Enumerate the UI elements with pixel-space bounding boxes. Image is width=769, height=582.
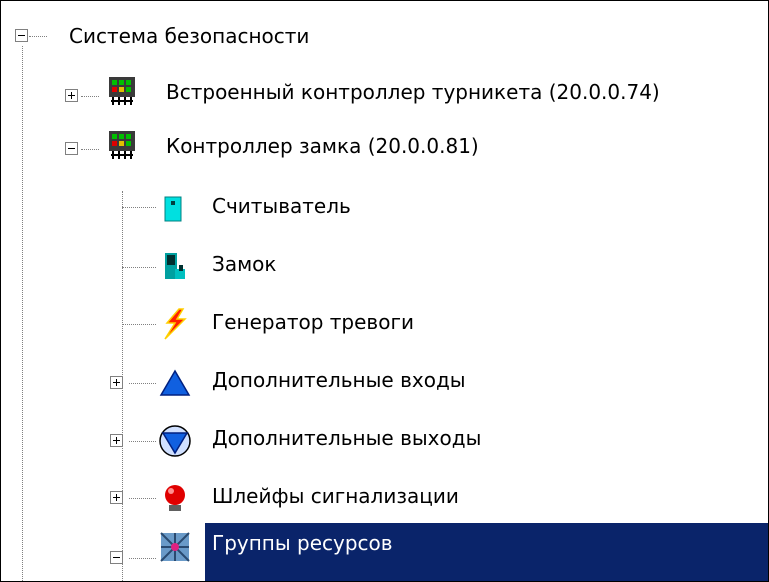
reader-icon xyxy=(164,196,182,222)
expand-toggle-additional-inputs[interactable] xyxy=(110,376,123,389)
tree-node-alarm-generator[interactable]: Генератор тревоги xyxy=(157,303,557,343)
tree-view-panel: Система безопасности Встроенный контролл… xyxy=(0,0,769,582)
tree-node-resource-groups[interactable]: Группы ресурсов xyxy=(157,529,765,569)
lock-icon xyxy=(165,253,185,279)
tree-node-lock[interactable]: Замок xyxy=(157,245,457,285)
alarm-generator-icon xyxy=(164,308,187,340)
tree-connector-line xyxy=(122,267,156,268)
controller-icon xyxy=(109,131,135,159)
tree-connector-line xyxy=(129,441,156,442)
collapse-toggle-resource-groups[interactable] xyxy=(110,551,123,564)
tree-node-label: Замок xyxy=(212,252,277,276)
tree-node-label: Считыватель xyxy=(212,194,351,218)
tree-connector-line xyxy=(81,149,99,150)
output-triangle-icon xyxy=(159,425,191,457)
tree-node-root[interactable]: Система безопасности xyxy=(69,24,309,48)
collapse-toggle-root[interactable] xyxy=(15,29,28,42)
tree-node-lock-controller[interactable]: Контроллер замка (20.0.0.81) xyxy=(105,127,765,167)
expand-toggle-additional-outputs[interactable] xyxy=(110,434,123,447)
expand-toggle-alarm-loops[interactable] xyxy=(110,491,123,504)
tree-node-turnstile-controller[interactable]: Встроенный контроллер турникета (20.0.0.… xyxy=(105,73,765,113)
security-system-tree: Система безопасности Встроенный контролл… xyxy=(1,1,768,581)
tree-node-label: Генератор тревоги xyxy=(212,310,414,334)
tree-node-label: Группы ресурсов xyxy=(209,531,396,555)
tree-node-additional-inputs[interactable]: Дополнительные входы xyxy=(157,361,607,401)
tree-connector-line xyxy=(129,558,156,559)
tree-node-label: Встроенный контроллер турникета (20.0.0.… xyxy=(166,80,660,104)
alarm-lamp-icon xyxy=(165,485,185,511)
tree-connector-line xyxy=(81,96,99,97)
tree-connector-line xyxy=(129,383,156,384)
expand-toggle-turnstile-controller[interactable] xyxy=(65,89,78,102)
tree-node-label: Контроллер замка (20.0.0.81) xyxy=(166,134,479,158)
collapse-toggle-lock-controller[interactable] xyxy=(65,142,78,155)
controller-icon xyxy=(109,77,135,105)
tree-connector-line xyxy=(22,46,23,581)
tree-node-label: Дополнительные выходы xyxy=(212,426,482,450)
tree-node-label: Шлейфы сигнализации xyxy=(212,484,459,508)
tree-connector-line xyxy=(122,207,156,208)
tree-connector-line xyxy=(122,324,156,325)
tree-connector-line xyxy=(129,498,156,499)
tree-connector-line xyxy=(29,36,47,37)
resource-group-icon xyxy=(160,532,190,562)
input-triangle-icon xyxy=(159,369,191,396)
tree-node-reader[interactable]: Считыватель xyxy=(157,187,457,227)
tree-node-additional-outputs[interactable]: Дополнительные выходы xyxy=(157,419,607,459)
tree-node-alarm-loops[interactable]: Шлейфы сигнализации xyxy=(157,477,607,517)
tree-node-label: Дополнительные входы xyxy=(212,368,466,392)
